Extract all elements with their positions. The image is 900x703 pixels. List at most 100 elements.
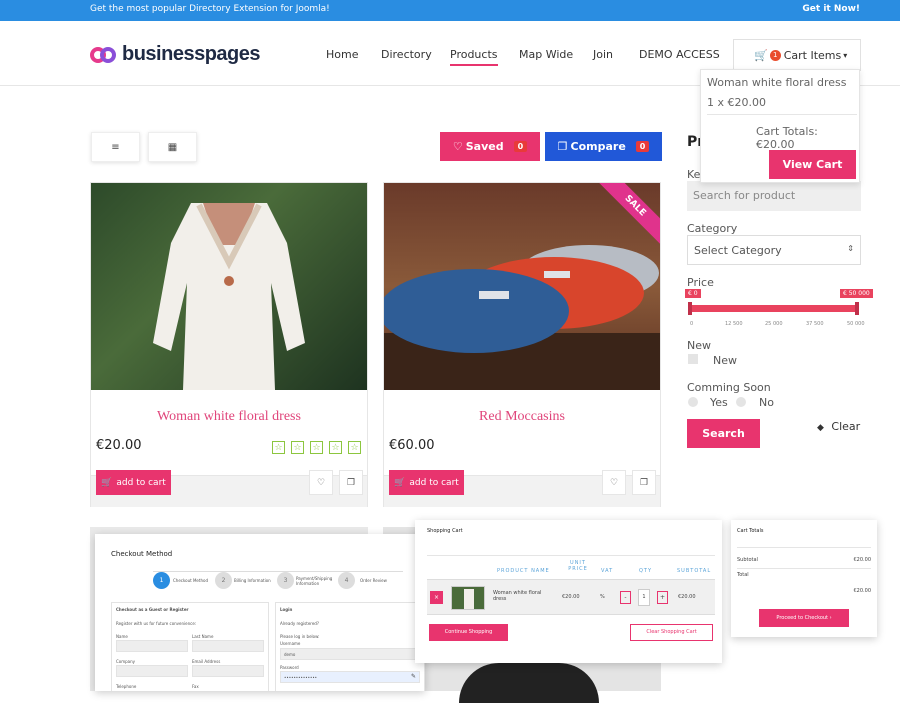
save-button[interactable]: ♡ xyxy=(602,470,626,495)
nav-home[interactable]: Home xyxy=(326,48,358,61)
cart-row-name[interactable]: Woman white floral dress xyxy=(493,590,553,602)
cart-thumbnail[interactable] xyxy=(451,586,485,610)
cart-item-name[interactable]: Woman white floral dress xyxy=(707,76,846,89)
clear-shopping-cart-button[interactable]: Clear Shopping Cart xyxy=(630,624,713,641)
price-tick: 50 000 xyxy=(847,321,865,327)
star-icon[interactable]: ☆ xyxy=(348,441,361,454)
add-to-cart-button[interactable]: 🛒 add to cart xyxy=(96,470,171,495)
login-panel: Login Already registered? Please log in … xyxy=(275,602,425,691)
col-header: SUBTOTAL xyxy=(677,568,712,574)
slider-handle-max[interactable] xyxy=(855,302,859,315)
product-title[interactable]: Red Moccasins xyxy=(384,409,660,425)
product-image-partial xyxy=(459,663,599,703)
clear-label: Clear xyxy=(831,420,861,433)
cart-totals-title: Cart Totals xyxy=(737,528,764,534)
sort-button[interactable]: ≡ xyxy=(91,132,140,162)
key-icon: ✎ xyxy=(410,673,416,680)
price-tick: 0 xyxy=(690,321,694,327)
cart-icon: 🛒 xyxy=(754,48,768,62)
moccasins-illustration xyxy=(384,245,660,390)
logo[interactable]: businesspages xyxy=(90,43,261,66)
star-icon[interactable]: ☆ xyxy=(310,441,323,454)
view-cart-button[interactable]: View Cart xyxy=(769,150,856,179)
yes-radio[interactable] xyxy=(688,397,698,407)
nav-demo-access[interactable]: DEMO ACCESS xyxy=(639,48,720,61)
clear-button[interactable]: ◆ Clear xyxy=(817,420,860,433)
email-field[interactable] xyxy=(192,665,264,677)
save-button[interactable]: ♡ xyxy=(309,470,333,495)
get-it-now-link[interactable]: Get it Now! xyxy=(802,4,860,14)
password-field[interactable]: •••••••••••••• ✎ xyxy=(280,671,420,683)
step: 3 xyxy=(277,572,294,589)
remove-button[interactable]: × xyxy=(430,591,443,604)
cart-row-subtotal: €20.00 xyxy=(678,594,696,600)
login-title: Login xyxy=(280,607,293,612)
name-field[interactable] xyxy=(116,640,188,652)
card-footer: 🛒 add to cart ♡ ❐ xyxy=(384,470,660,507)
qty-input[interactable]: 1 xyxy=(638,589,650,606)
compare-item-button[interactable]: ❐ xyxy=(339,470,363,495)
proceed-to-checkout-button[interactable]: Proceed to Checkout › xyxy=(759,609,849,627)
saved-button[interactable]: ♡ Saved 0 xyxy=(440,132,540,161)
nav-products[interactable]: Products xyxy=(450,48,498,66)
no-option-label: No xyxy=(759,396,774,409)
eraser-icon: ◆ xyxy=(817,423,824,433)
price-max-tag: € 50 000 xyxy=(840,289,873,298)
compare-button[interactable]: ❐ Compare 0 xyxy=(545,132,662,161)
copy-icon: ❐ xyxy=(639,477,649,488)
steps-line xyxy=(153,571,403,572)
promo-bar: Get the most popular Directory Extension… xyxy=(0,0,900,21)
nav-directory[interactable]: Directory xyxy=(381,48,432,61)
price-tick: 37 500 xyxy=(806,321,824,327)
price-slider[interactable] xyxy=(691,305,857,312)
add-to-cart-button[interactable]: 🛒 add to cart xyxy=(389,470,464,495)
product-price: €60.00 xyxy=(389,438,435,453)
company-field[interactable] xyxy=(116,665,188,677)
star-icon[interactable]: ☆ xyxy=(291,441,304,454)
guest-title: Checkout as a Guest or Register xyxy=(116,607,189,612)
cart-icon: 🛒 xyxy=(101,477,113,488)
grid-view-button[interactable]: ▦ xyxy=(148,132,197,162)
divider xyxy=(737,568,871,569)
total-label: Total xyxy=(737,572,749,578)
username-field[interactable]: demo xyxy=(280,648,420,660)
sort-icon: ≡ xyxy=(111,141,120,153)
login-text-2: Please log in below: xyxy=(280,634,320,639)
product-image[interactable]: SALE xyxy=(384,183,660,390)
product-card: SALE Red Moccasins €60.00 🛒 add to cart … xyxy=(383,182,661,507)
last-name-field[interactable] xyxy=(192,640,264,652)
heart-icon: ♡ xyxy=(316,477,326,488)
compare-item-button[interactable]: ❐ xyxy=(632,470,656,495)
star-icon[interactable]: ☆ xyxy=(272,441,285,454)
fax-label: Fax xyxy=(192,684,199,689)
nav-join[interactable]: Join xyxy=(593,48,613,61)
search-button[interactable]: Search xyxy=(687,419,760,448)
col-header: QTY xyxy=(639,568,653,574)
product-card: Woman white floral dress €20.00 ☆ ☆ ☆ ☆ … xyxy=(90,182,368,507)
email-label: Email Address xyxy=(192,659,221,664)
product-title[interactable]: Woman white floral dress xyxy=(91,409,367,425)
step: 1 xyxy=(153,572,170,589)
subtotal-label: Subtotal xyxy=(737,557,758,563)
star-icon[interactable]: ☆ xyxy=(329,441,342,454)
shopping-cart-title: Shopping Cart xyxy=(427,528,463,534)
search-product-input[interactable]: Search for product xyxy=(687,181,861,211)
continue-shopping-button[interactable]: Continue Shopping xyxy=(429,624,508,641)
step-label: Payment/Shipping Information xyxy=(296,576,333,586)
cart-items-button[interactable]: 🛒 1 Cart Items ▾ xyxy=(733,39,861,71)
no-radio[interactable] xyxy=(736,397,746,407)
cart-totals-text: Cart Totals: €20.00 xyxy=(756,125,818,151)
category-select[interactable]: Select Category ⇕ xyxy=(687,235,861,265)
compare-label: Compare xyxy=(570,140,626,153)
new-checkbox[interactable] xyxy=(688,354,698,364)
nav-map-wide[interactable]: Map Wide xyxy=(519,48,573,61)
table-row: × Woman white floral dress €20.00 % - 1 … xyxy=(427,579,715,615)
cart-count-badge: 1 xyxy=(769,49,781,61)
checkout-preview: Checkout Method 1 Checkout Method 2 Bill… xyxy=(95,534,425,691)
product-image[interactable] xyxy=(91,183,367,390)
qty-minus-button[interactable]: - xyxy=(620,591,631,604)
slider-handle-min[interactable] xyxy=(688,302,692,315)
rating-stars[interactable]: ☆ ☆ ☆ ☆ ☆ xyxy=(272,441,361,454)
qty-plus-button[interactable]: + xyxy=(657,591,668,604)
step-label: Order Review xyxy=(360,578,387,583)
